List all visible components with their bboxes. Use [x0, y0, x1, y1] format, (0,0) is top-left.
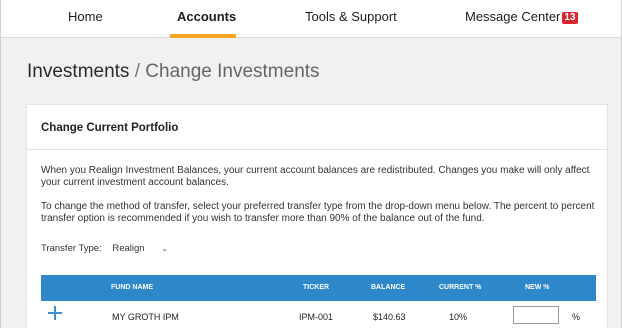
page-title: Investments / Change Investments: [27, 61, 320, 83]
new-percent-input[interactable]: [513, 306, 559, 324]
card-title: Change Current Portfolio: [41, 122, 179, 134]
breadcrumb-change-investments: Change Investments: [145, 61, 320, 82]
chevron-down-icon: ⌄: [161, 244, 168, 253]
ticker-cell: IPM-001: [299, 312, 334, 322]
col-new: NEW %: [525, 284, 550, 291]
col-balance: BALANCE: [371, 284, 406, 291]
nav-message-center-label: Message Center: [465, 9, 561, 24]
transfer-type-select[interactable]: Realign ⌄: [112, 243, 168, 254]
col-ticker: TICKER: [303, 284, 330, 291]
current-percent-cell: 10%: [449, 312, 468, 322]
change-portfolio-card: Change Current Portfolio When you Realig…: [26, 104, 608, 328]
active-tab-indicator: [170, 34, 236, 38]
top-navigation: Home Accounts Tools & Support Message Ce…: [1, 0, 621, 38]
fund-name-cell: MY GROTH IPM: [112, 312, 179, 322]
transfer-method-description: To change the method of transfer, select…: [41, 201, 595, 224]
transfer-type-label: Transfer Type:: [41, 243, 102, 254]
realign-description: When you Realign Investment Balances, yo…: [41, 165, 590, 188]
nav-home[interactable]: Home: [68, 9, 103, 24]
percent-unit: %: [572, 312, 581, 322]
col-fund-name: FUND NAME: [111, 284, 153, 291]
breadcrumb-investments[interactable]: Investments: [27, 61, 129, 82]
balance-cell: $140.63: [373, 312, 406, 322]
card-divider: [27, 149, 607, 150]
app-frame: Home Accounts Tools & Support Message Ce…: [0, 0, 622, 328]
table-header: FUND NAME TICKER BALANCE CURRENT % NEW %: [41, 275, 596, 301]
nav-message-center[interactable]: Message Center 13: [465, 9, 578, 24]
nav-tools-support[interactable]: Tools & Support: [305, 9, 397, 24]
plus-icon[interactable]: [47, 305, 63, 321]
col-current: CURRENT %: [439, 284, 482, 291]
breadcrumb-separator: /: [134, 61, 140, 82]
transfer-type-value: Realign: [112, 243, 145, 254]
message-count-badge: 13: [562, 12, 578, 24]
table-row: MY GROTH IPM IPM-001 $140.63 10% %: [41, 301, 596, 328]
nav-accounts[interactable]: Accounts: [177, 9, 236, 24]
transfer-type-row: Transfer Type: Realign ⌄: [41, 243, 168, 254]
